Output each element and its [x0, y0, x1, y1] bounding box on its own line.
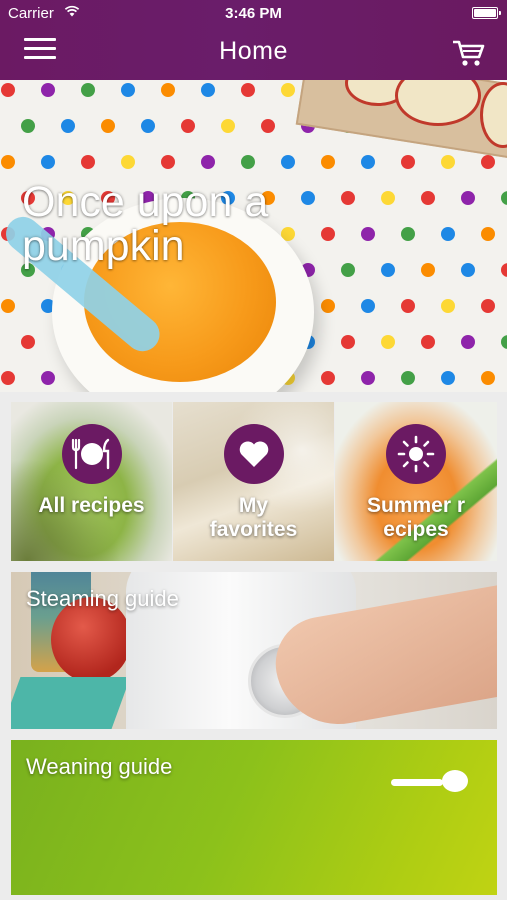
heart-icon [239, 441, 268, 467]
tile-icon-circle [61, 424, 122, 484]
polka-dot [41, 371, 55, 385]
polka-dot [361, 155, 375, 169]
polka-dot [141, 119, 155, 133]
polka-dot [381, 263, 395, 277]
steaming-guide-card[interactable]: Steaming guide [11, 572, 497, 729]
polka-dot [61, 119, 75, 133]
polka-dot [401, 299, 415, 313]
page-title: Home [219, 37, 288, 65]
tile-label: My favorites [209, 494, 298, 541]
weaning-guide-card[interactable]: Weaning guide [11, 740, 497, 895]
polka-dot [321, 371, 335, 385]
hero-banner[interactable]: Once upon a pumpkin [0, 80, 507, 392]
steaming-guide-title: Steaming guide [26, 586, 179, 611]
polka-dot [1, 299, 15, 313]
polka-dot [81, 83, 95, 97]
polka-dot [1, 83, 15, 97]
polka-dot [281, 155, 295, 169]
polka-dot [321, 155, 335, 169]
polka-dot [201, 155, 215, 169]
polka-dot [461, 335, 475, 349]
polka-dot [421, 263, 435, 277]
polka-dot [361, 227, 375, 241]
polka-dot [41, 155, 55, 169]
polka-dot [441, 299, 455, 313]
hero-title: Once upon a pumpkin [22, 178, 269, 270]
polka-dot [41, 83, 55, 97]
tile-label: All recipes [38, 494, 145, 517]
polka-dot [1, 371, 15, 385]
polka-dot [401, 227, 415, 241]
polka-dot [81, 155, 95, 169]
polka-dot [101, 119, 115, 133]
app-header: Carrier 3:46 PM Home [0, 0, 507, 80]
battery-icon [472, 7, 501, 19]
polka-dot [121, 83, 135, 97]
sun-icon [397, 435, 435, 473]
polka-dot [461, 263, 475, 277]
polka-dot [321, 299, 335, 313]
polka-dot [121, 155, 135, 169]
polka-dot [441, 155, 455, 169]
tile-label: Summer r ecipes [366, 494, 466, 541]
polka-dot [381, 191, 395, 205]
polka-dot [21, 119, 35, 133]
polka-dot [281, 83, 295, 97]
polka-dot [221, 119, 235, 133]
tile-icon-circle [223, 424, 284, 484]
polka-dot [441, 371, 455, 385]
polka-dot [421, 335, 435, 349]
my-favorites-tile[interactable]: My favorites [173, 402, 334, 561]
summer-recipes-tile[interactable]: Summer r ecipes [335, 402, 497, 561]
polka-dot [181, 119, 195, 133]
polka-dot [401, 155, 415, 169]
polka-dot [361, 299, 375, 313]
shopping-cart-icon [453, 40, 485, 66]
polka-dot [481, 371, 495, 385]
weaning-guide-title: Weaning guide [26, 754, 173, 779]
polka-dot [161, 83, 175, 97]
polka-dot [501, 263, 507, 277]
spoon-icon [391, 770, 468, 792]
polka-dot [201, 83, 215, 97]
polka-dot [381, 335, 395, 349]
polka-dot [501, 335, 507, 349]
plate-cutlery-icon [71, 438, 109, 470]
all-recipes-tile[interactable]: All recipes [11, 402, 172, 561]
polka-dot [361, 371, 375, 385]
polka-dot [481, 227, 495, 241]
polka-dot [501, 191, 507, 205]
polka-dot [241, 155, 255, 169]
polka-dot [441, 227, 455, 241]
polka-dot [161, 155, 175, 169]
cart-button[interactable] [452, 38, 486, 68]
status-bar: Carrier 3:46 PM [0, 0, 507, 28]
polka-dot [21, 335, 35, 349]
polka-dot [1, 155, 15, 169]
polka-dot [401, 371, 415, 385]
polka-dot [481, 299, 495, 313]
polka-dot [341, 335, 355, 349]
category-tiles: All recipes My favorites Summer r ecipes [11, 402, 497, 561]
polka-dot [261, 119, 275, 133]
polka-dot [241, 83, 255, 97]
tile-icon-circle [386, 424, 446, 484]
polka-dot [481, 155, 495, 169]
polka-dot [421, 191, 435, 205]
status-time: 3:46 PM [225, 5, 282, 22]
teal-cloth [11, 677, 131, 729]
polka-dot [461, 191, 475, 205]
